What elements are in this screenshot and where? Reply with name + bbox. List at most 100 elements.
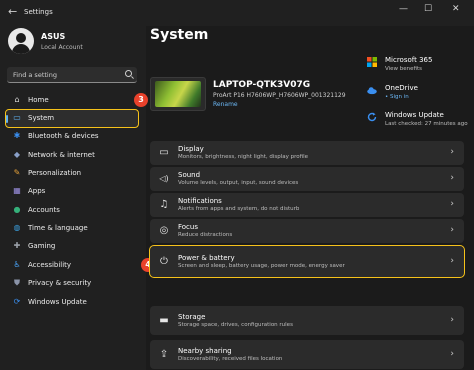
wifi-icon: ◆: [13, 150, 21, 159]
chevron-right-icon: ›: [450, 173, 454, 183]
device-name: LAPTOP-QTK3V07G: [213, 80, 311, 90]
settings-card-power-battery[interactable]: ⏻ Power & battery Screen and sleep, batt…: [149, 245, 465, 278]
card-subtitle: Screen and sleep, battery usage, power m…: [178, 263, 345, 269]
close-button[interactable]: ✕: [452, 4, 460, 14]
info-title: OneDrive: [385, 84, 418, 92]
sidebar-item-label: Time & language: [28, 224, 88, 232]
chevron-right-icon: ›: [450, 225, 454, 235]
sidebar-item-windows-update[interactable]: ⟳ Windows Update: [6, 294, 138, 311]
title-bar: ← Settings — ☐ ✕: [0, 0, 474, 26]
sidebar-item-label: Home: [28, 96, 49, 104]
avatar: [8, 28, 34, 54]
sidebar-item-gaming[interactable]: ✚ Gaming: [6, 238, 138, 255]
chevron-right-icon: ›: [450, 315, 454, 325]
card-title: Storage: [178, 313, 206, 321]
device-thumbnail: [150, 77, 206, 111]
onedrive-icon: [367, 87, 377, 95]
power-icon: ⏻: [160, 256, 168, 267]
search-placeholder: Find a setting: [13, 71, 57, 79]
info-title: Windows Update: [385, 111, 444, 119]
share-icon: ⇪: [159, 349, 169, 360]
settings-card-sound[interactable]: ◁) Sound Volume levels, output, input, s…: [150, 167, 464, 191]
sidebar-item-label: Accessibility: [28, 261, 72, 269]
card-title: Display: [178, 145, 204, 153]
maximize-button[interactable]: ☐: [424, 4, 432, 14]
sidebar-item-label: Personalization: [28, 169, 82, 177]
info-subtitle: Last checked: 27 minutes ago: [385, 121, 468, 127]
search-icon[interactable]: [125, 70, 132, 77]
device-wallpaper: [155, 81, 201, 107]
back-arrow-icon[interactable]: ←: [8, 5, 17, 18]
settings-card-storage[interactable]: ▬ Storage Storage space, drives, configu…: [150, 306, 464, 335]
card-subtitle: Volume levels, output, input, sound devi…: [178, 180, 299, 186]
chevron-right-icon: ›: [450, 199, 454, 209]
sidebar-item-system[interactable]: ▭ System: [5, 109, 139, 128]
settings-card-focus[interactable]: ◎ Focus Reduce distractions ›: [150, 219, 464, 243]
sidebar-item-label: Privacy & security: [28, 279, 92, 287]
sidebar-item-label: System: [28, 114, 55, 122]
accessibility-icon: ♿: [13, 260, 21, 269]
shield-icon: ⛊: [14, 278, 20, 287]
settings-card-notifications[interactable]: ♫ Notifications Alerts from apps and sys…: [150, 193, 464, 217]
sidebar-item-accounts[interactable]: ● Accounts: [6, 202, 138, 219]
card-title: Power & battery: [178, 254, 235, 262]
focus-icon: ◎: [159, 225, 169, 236]
chevron-right-icon: ›: [450, 147, 454, 157]
sidebar-item-label: Bluetooth & devices: [28, 132, 99, 140]
card-title: Focus: [178, 223, 198, 231]
sidebar: ASUS Local Account Find a setting ⌂ Home…: [0, 26, 146, 370]
settings-card-display[interactable]: ▭ Display Monitors, brightness, night li…: [150, 141, 464, 165]
search-input[interactable]: Find a setting: [7, 67, 137, 83]
info-subtitle: View benefits: [385, 66, 423, 72]
speaker-icon: ◁): [159, 174, 169, 183]
sidebar-item-privacy-security[interactable]: ⛊ Privacy & security: [6, 275, 138, 292]
window-title: Settings: [24, 8, 53, 16]
bluetooth-icon: ✱: [13, 131, 21, 140]
sidebar-item-accessibility[interactable]: ♿ Accessibility: [6, 257, 138, 274]
sidebar-item-bluetooth[interactable]: ✱ Bluetooth & devices: [6, 128, 138, 145]
card-title: Nearby sharing: [178, 347, 232, 355]
selection-indicator: [6, 115, 8, 123]
card-title: Sound: [178, 171, 201, 179]
step-badge-3: 3: [134, 93, 148, 107]
microsoft-365-icon: [367, 57, 377, 67]
settings-card-nearby-sharing[interactable]: ⇪ Nearby sharing Discoverability, receiv…: [150, 340, 464, 369]
globe-icon: ◍: [13, 223, 21, 232]
account-type: Local Account: [41, 44, 83, 51]
sidebar-item-label: Gaming: [28, 242, 56, 250]
card-subtitle: Storage space, drives, configuration rul…: [178, 322, 293, 328]
info-subtitle: • Sign in: [385, 94, 409, 100]
card-subtitle: Reduce distractions: [178, 232, 233, 238]
sidebar-item-label: Accounts: [28, 206, 60, 214]
minimize-button[interactable]: —: [399, 4, 408, 14]
gamepad-icon: ✚: [13, 241, 21, 250]
apps-icon: ▦: [13, 186, 21, 195]
sidebar-item-time-language[interactable]: ◍ Time & language: [6, 220, 138, 237]
sidebar-item-apps[interactable]: ▦ Apps: [6, 183, 138, 200]
info-title: Microsoft 365: [385, 56, 433, 64]
card-subtitle: Alerts from apps and system, do not dist…: [178, 206, 300, 212]
display-icon: ▭: [159, 147, 169, 158]
card-subtitle: Monitors, brightness, night light, displ…: [178, 154, 309, 160]
chevron-right-icon: ›: [450, 349, 454, 359]
sidebar-item-label: Apps: [28, 187, 46, 195]
sidebar-item-personalization[interactable]: ✎ Personalization: [6, 165, 138, 182]
update-icon: ⟳: [13, 297, 21, 306]
chevron-right-icon: ›: [450, 256, 454, 266]
windows-update-icon: [367, 112, 377, 122]
sidebar-item-home[interactable]: ⌂ Home: [6, 92, 138, 109]
sidebar-item-label: Network & internet: [28, 151, 95, 159]
bell-icon: ♫: [159, 199, 169, 210]
rename-link[interactable]: Rename: [213, 101, 238, 108]
card-title: Notifications: [178, 197, 222, 205]
device-model: ProArt P16 H7606WP_H7606WP_001321129: [213, 92, 346, 99]
home-icon: ⌂: [14, 95, 20, 104]
monitor-icon: ▭: [13, 113, 21, 122]
sidebar-item-network[interactable]: ◆ Network & internet: [6, 147, 138, 164]
accounts-icon: ●: [13, 205, 21, 214]
storage-icon: ▬: [159, 315, 169, 326]
page-title: System: [150, 27, 209, 43]
card-subtitle: Discoverability, received files location: [178, 356, 283, 362]
sidebar-item-label: Windows Update: [28, 298, 87, 306]
user-name: ASUS: [41, 32, 66, 41]
